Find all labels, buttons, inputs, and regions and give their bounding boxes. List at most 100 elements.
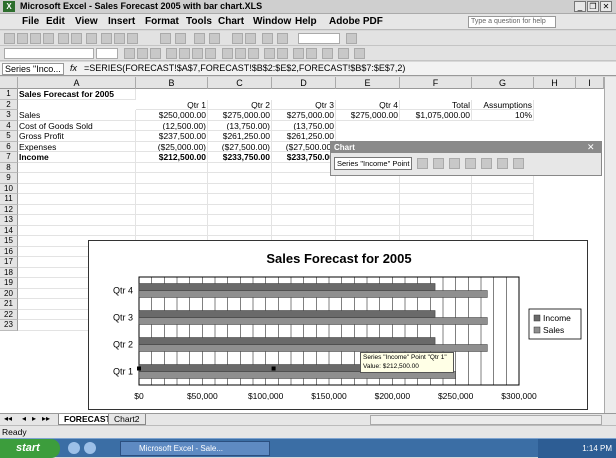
cell[interactable]: 10%: [472, 110, 534, 121]
column-header[interactable]: A: [18, 77, 136, 89]
spelling-icon[interactable]: [86, 33, 97, 44]
row-header[interactable]: 10: [0, 183, 18, 194]
cell[interactable]: [18, 183, 136, 194]
cell[interactable]: ($25,000.00): [136, 141, 208, 152]
cell[interactable]: [272, 162, 336, 173]
undo-icon[interactable]: [160, 33, 171, 44]
cell[interactable]: $233,750.00: [272, 152, 336, 163]
row-header[interactable]: 11: [0, 194, 18, 205]
restore-icon[interactable]: ❐: [587, 1, 599, 12]
menu-file[interactable]: File: [22, 16, 39, 27]
last-sheet-icon[interactable]: ▸▸: [42, 414, 50, 423]
cell[interactable]: Qtr 4: [336, 99, 400, 110]
chart-canvas[interactable]: Sales Forecast for 2005 Qtr 1 Qtr 2 Qtr 3 Qt…: [89, 241, 589, 411]
bar-income[interactable]: [138, 337, 436, 345]
cell[interactable]: Expenses: [18, 141, 136, 152]
cell[interactable]: [272, 215, 336, 226]
sort-ascending-icon[interactable]: [232, 33, 243, 44]
cell[interactable]: [208, 194, 272, 205]
cell[interactable]: [208, 183, 272, 194]
decrease-indent-icon[interactable]: [293, 48, 304, 59]
cell[interactable]: [272, 204, 336, 215]
column-header[interactable]: H: [534, 77, 576, 89]
cell[interactable]: [18, 162, 136, 173]
cell[interactable]: Total: [400, 99, 472, 110]
bar-sales[interactable]: [138, 290, 488, 298]
row-header[interactable]: 22: [0, 309, 18, 320]
close-chart-toolbar-icon[interactable]: ✕: [587, 142, 595, 153]
cell[interactable]: $237,500.00: [136, 131, 208, 142]
row-header[interactable]: 3: [0, 110, 18, 121]
cell[interactable]: [336, 183, 400, 194]
cell[interactable]: [272, 225, 336, 236]
autosum-icon[interactable]: [209, 33, 220, 44]
next-sheet-icon[interactable]: ▸: [32, 414, 36, 423]
embedded-chart[interactable]: Sales Forecast for 2005 Qtr 1 Qtr 2 Qtr 3 Qt…: [88, 240, 588, 410]
cell[interactable]: $212,500.00: [136, 152, 208, 163]
cell[interactable]: [400, 225, 472, 236]
row-header[interactable]: 12: [0, 204, 18, 215]
print-icon[interactable]: [58, 33, 69, 44]
cell[interactable]: $275,000.00: [208, 110, 272, 121]
cell[interactable]: [400, 183, 472, 194]
menu-chart[interactable]: Chart: [218, 16, 244, 27]
sheet-tab-chart2[interactable]: Chart2: [108, 414, 146, 425]
chart-wizard-icon[interactable]: [262, 33, 273, 44]
cell[interactable]: [18, 194, 136, 205]
row-header[interactable]: 7: [0, 152, 18, 163]
zoom-select[interactable]: [298, 33, 340, 44]
row-header[interactable]: 17: [0, 257, 18, 268]
cell[interactable]: (13,750.00): [208, 120, 272, 131]
save-icon[interactable]: [30, 33, 41, 44]
column-header[interactable]: C: [208, 77, 272, 89]
help-question-input[interactable]: Type a question for help: [468, 16, 556, 28]
align-center-icon[interactable]: [179, 48, 190, 59]
cell[interactable]: $275,000.00: [272, 110, 336, 121]
chart-type-icon[interactable]: [433, 158, 444, 169]
row-header[interactable]: 6: [0, 141, 18, 152]
percent-icon[interactable]: [235, 48, 246, 59]
cell[interactable]: [272, 194, 336, 205]
cell[interactable]: [272, 173, 336, 184]
cell[interactable]: [472, 225, 534, 236]
cell[interactable]: $261,250.00: [272, 131, 336, 142]
row-header[interactable]: 15: [0, 236, 18, 247]
insert-function-icon[interactable]: fx: [70, 63, 77, 73]
formula-input[interactable]: =SERIES(FORECAST!$A$7,FORECAST!$B$2:$E$2…: [84, 63, 405, 73]
cell[interactable]: [400, 215, 472, 226]
permission-icon[interactable]: [43, 33, 54, 44]
row-header[interactable]: 8: [0, 162, 18, 173]
cell[interactable]: Qtr 2: [208, 99, 272, 110]
italic-icon[interactable]: [137, 48, 148, 59]
first-sheet-icon[interactable]: ◂◂: [4, 414, 12, 423]
row-header[interactable]: 19: [0, 278, 18, 289]
cell[interactable]: [272, 183, 336, 194]
hyperlink-icon[interactable]: [194, 33, 205, 44]
font-size-select[interactable]: [96, 48, 118, 59]
cell[interactable]: [336, 204, 400, 215]
cell[interactable]: Cost of Goods Sold: [18, 120, 136, 131]
row-header[interactable]: 1: [0, 89, 18, 100]
comma-icon[interactable]: [248, 48, 259, 59]
cell[interactable]: Income: [18, 152, 136, 163]
bar-sales[interactable]: [138, 317, 488, 325]
close-icon[interactable]: ✕: [600, 1, 612, 12]
column-header[interactable]: F: [400, 77, 472, 89]
cut-icon[interactable]: [101, 33, 112, 44]
cell[interactable]: [400, 204, 472, 215]
currency-icon[interactable]: [222, 48, 233, 59]
row-header[interactable]: 16: [0, 246, 18, 257]
new-icon[interactable]: [4, 33, 15, 44]
data-table-icon[interactable]: [465, 158, 476, 169]
menu-edit[interactable]: Edit: [46, 16, 65, 27]
cell[interactable]: Assumptions: [472, 99, 534, 110]
vertical-scrollbar[interactable]: [604, 77, 616, 413]
fill-color-icon[interactable]: [338, 48, 349, 59]
cell[interactable]: [136, 225, 208, 236]
row-header[interactable]: 23: [0, 320, 18, 331]
decrease-decimal-icon[interactable]: [277, 48, 288, 59]
taskbar-excel-button[interactable]: Microsoft Excel - Sale...: [120, 441, 270, 456]
row-header[interactable]: 4: [0, 120, 18, 131]
menu-view[interactable]: View: [75, 16, 98, 27]
cell[interactable]: [336, 215, 400, 226]
